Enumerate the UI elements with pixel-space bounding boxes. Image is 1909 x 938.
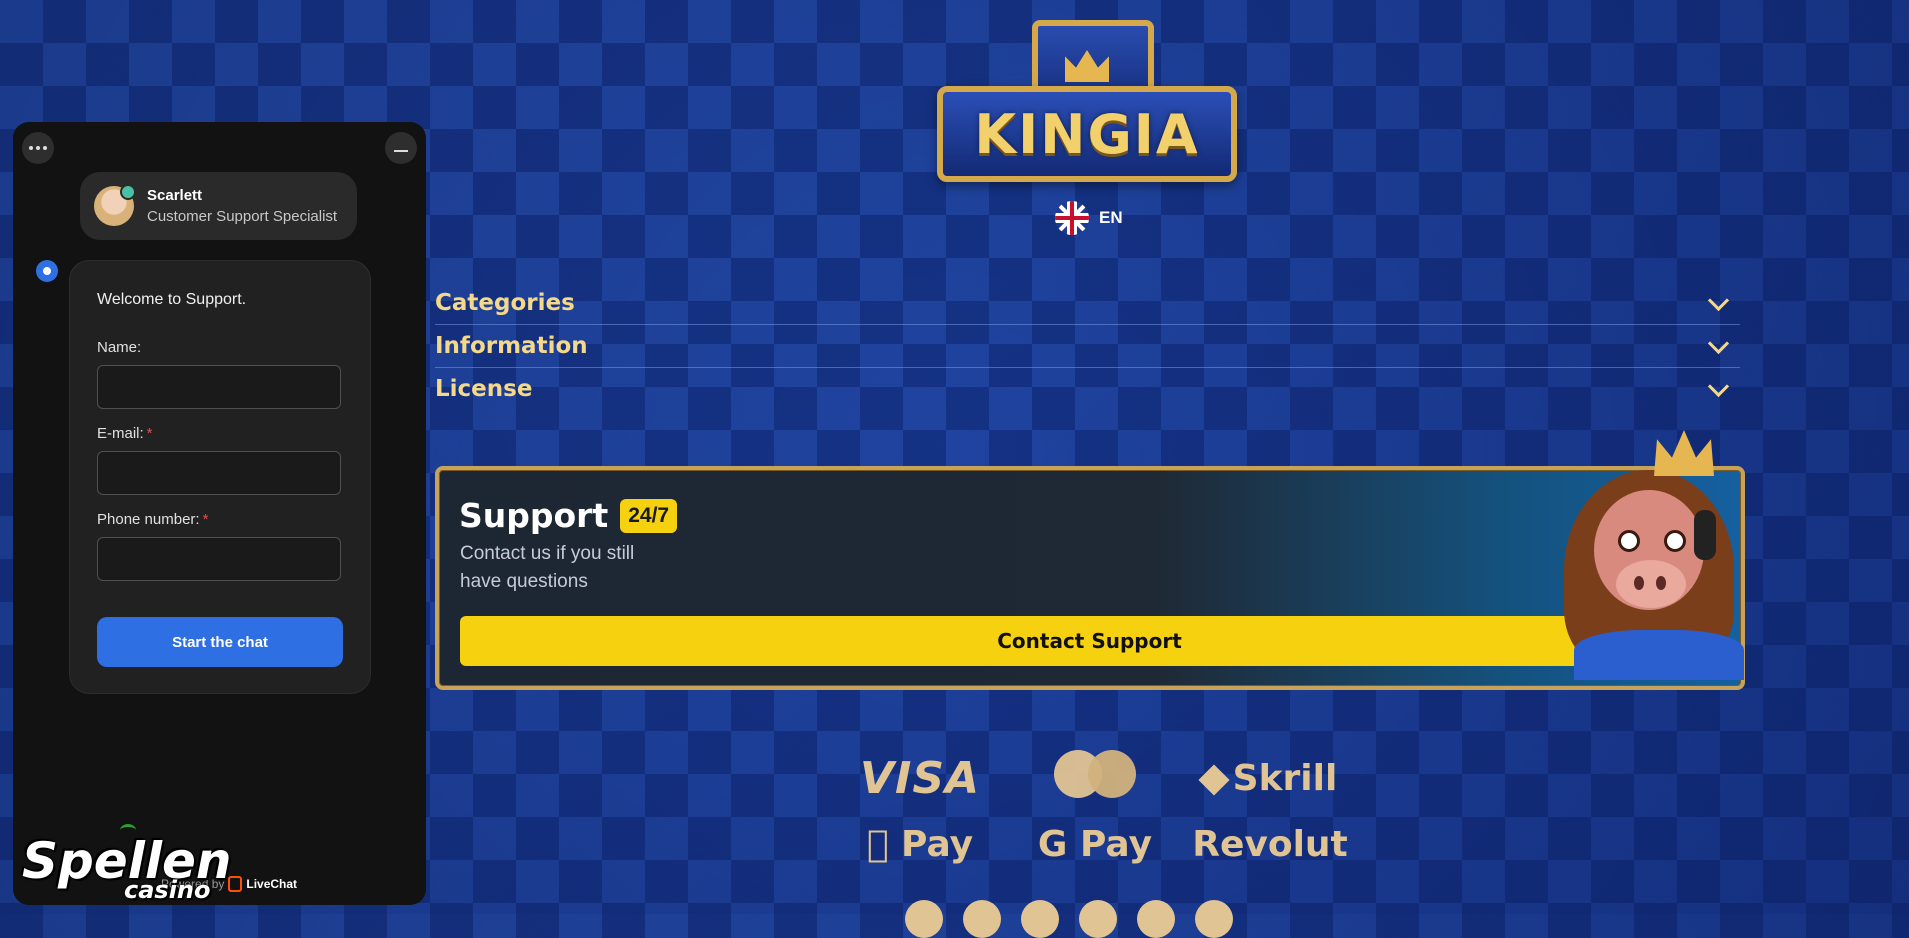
dot-icon [36, 146, 40, 150]
mastercard-logo [1010, 749, 1180, 807]
email-field[interactable] [97, 451, 341, 495]
revolut-logo: Revolut [1192, 823, 1348, 865]
contact-support-button[interactable]: Contact Support [460, 616, 1719, 666]
minimize-chat-button[interactable] [385, 132, 417, 164]
bot-avatar-icon [36, 260, 58, 282]
skrill-text: Skrill [1232, 757, 1338, 799]
support-heading: Support 24/7 [459, 496, 678, 535]
support-mascot-image [1554, 430, 1744, 680]
uk-flag-icon [1055, 201, 1089, 235]
chevron-down-icon [1707, 375, 1730, 397]
skrill-logo: Skrill [1185, 758, 1355, 799]
name-field[interactable] [97, 365, 341, 409]
prechat-form: Welcome to Support. Name: E-mail: * Phone… [69, 260, 371, 694]
support-subtitle: Contact us if you still have questions [460, 543, 635, 592]
logo-text: KINGIA [974, 102, 1200, 166]
payment-icon [1079, 900, 1117, 938]
payment-icon [905, 900, 943, 938]
phone-field[interactable] [97, 537, 341, 581]
language-code: EN [1099, 208, 1123, 227]
support-title: Support [459, 496, 609, 535]
agent-card: Scarlett Customer Support Specialist [80, 172, 357, 240]
email-label: E-mail: * [97, 425, 153, 442]
watermark-sub: casino [124, 876, 211, 904]
more-payment-icons [905, 900, 1305, 938]
chat-menu-button[interactable] [22, 132, 54, 164]
kingia-logo[interactable]: KINGIA [937, 18, 1237, 182]
chevron-down-icon [1707, 289, 1730, 311]
name-label: Name: [97, 339, 142, 356]
agent-name: Scarlett [147, 187, 203, 204]
skrill-diamond-icon [1198, 763, 1230, 796]
payment-icon [1195, 900, 1233, 938]
livechat-widget: Scarlett Customer Support Specialist Wel… [13, 122, 426, 905]
online-status-icon [120, 184, 136, 200]
payment-row:  Pay G Pay Revolut [835, 811, 1355, 877]
accordion-license[interactable]: License [435, 368, 1740, 410]
support-card: Support 24/7 Contact us if you still hav… [435, 430, 1745, 690]
accordion-categories[interactable]: Categories [435, 282, 1740, 325]
accordion-label: License [435, 376, 533, 402]
apple-icon:  [867, 824, 889, 865]
dot-icon [29, 146, 33, 150]
payment-icon [963, 900, 1001, 938]
accordion-information[interactable]: Information [435, 325, 1740, 368]
headset-icon [1694, 510, 1716, 560]
accordion-label: Categories [435, 290, 575, 316]
apple-pay-logo:  Pay [835, 824, 1005, 865]
support-hours-badge: 24/7 [620, 498, 678, 533]
google-pay-logo: G Pay [1037, 823, 1153, 865]
accordion-label: Information [435, 333, 588, 359]
language-selector[interactable]: EN [1055, 201, 1123, 235]
phone-label: Phone number: * [97, 511, 209, 528]
logo-plate: KINGIA [937, 86, 1237, 182]
livechat-brand: LiveChat [246, 877, 298, 891]
spellen-casino-watermark: Spellen casino [22, 824, 232, 904]
payment-icon [1021, 900, 1059, 938]
payment-icon [1137, 900, 1175, 938]
welcome-message: Welcome to Support. [97, 291, 247, 308]
start-chat-button[interactable]: Start the chat [97, 617, 343, 667]
avatar [94, 184, 136, 226]
payment-row: VISA Skrill [835, 745, 1355, 811]
crown-icon [1654, 430, 1714, 476]
footer-accordion: Categories Information License [435, 282, 1740, 410]
payment-methods: VISA Skrill  Pay G Pay Revolut [835, 745, 1355, 877]
dot-icon [43, 146, 47, 150]
chevron-down-icon [1707, 332, 1730, 354]
visa-logo: VISA [859, 752, 981, 804]
agent-role: Customer Support Specialist [147, 208, 338, 225]
apple-pay-text: Pay [883, 823, 973, 865]
